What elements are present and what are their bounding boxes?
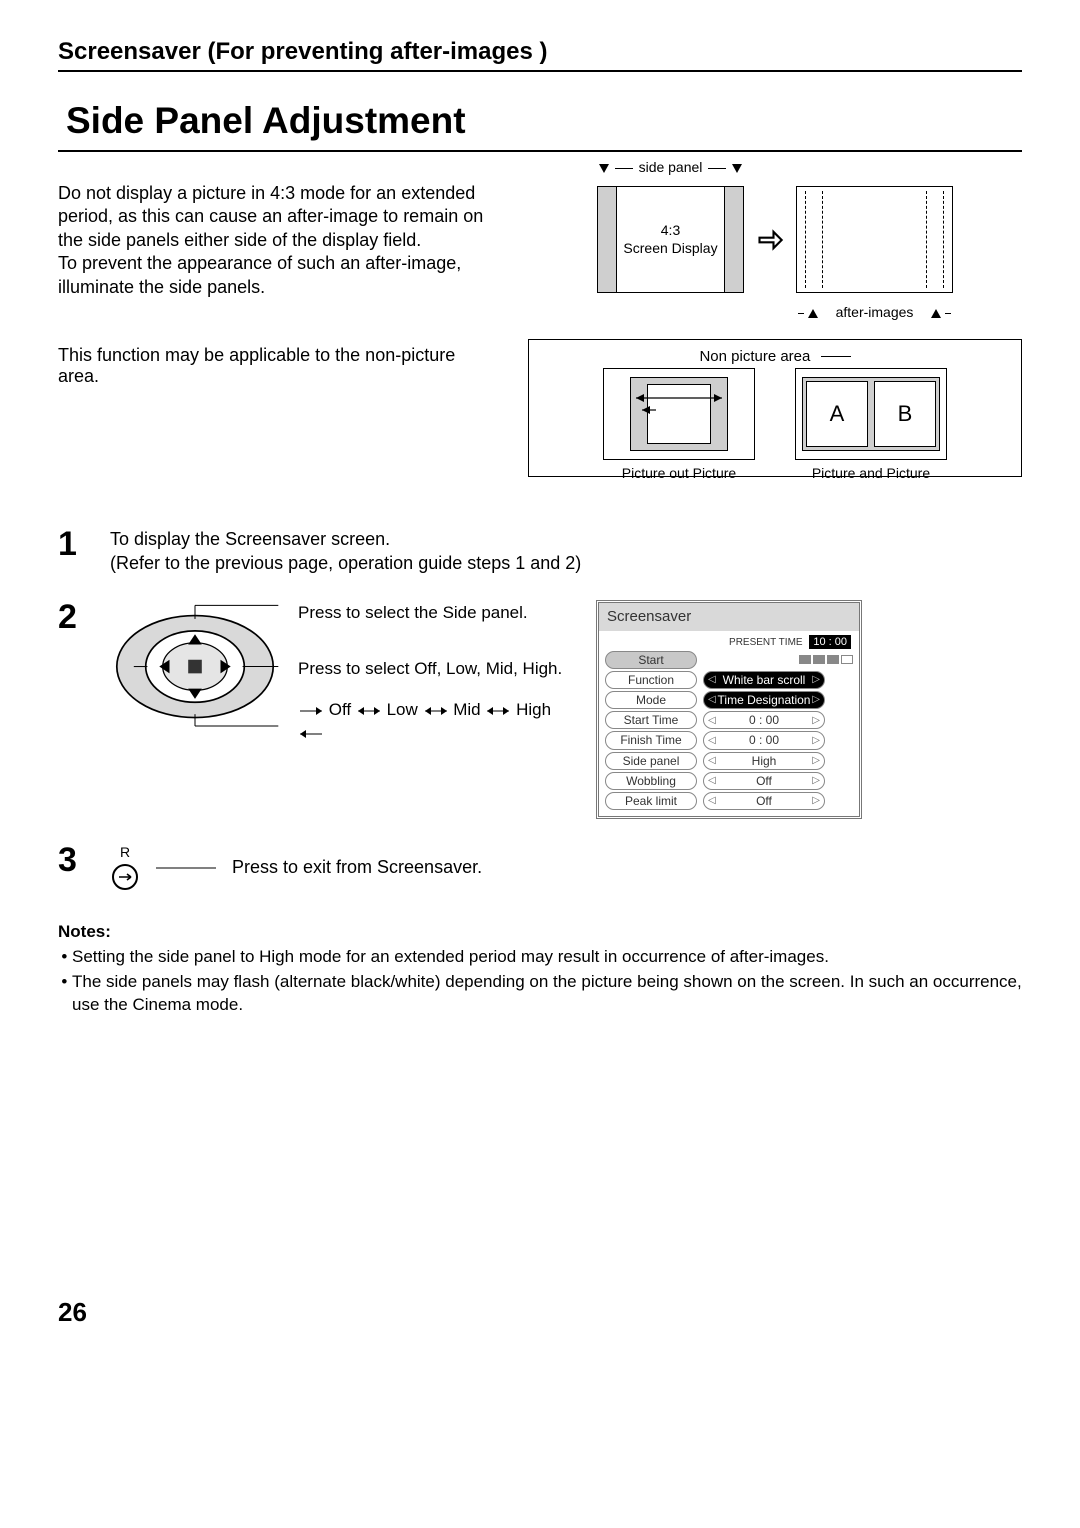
arrow-down-icon [732,164,742,173]
intro-text: Do not display a picture in 4:3 mode for… [58,182,498,299]
osd-value: Off [756,773,772,789]
osd-value: Time Designation [718,692,811,708]
applicable-text: This function may be applicable to the n… [58,339,498,477]
label-a: A [806,381,868,447]
pop-caption: Picture out Picture [604,465,754,481]
present-time-value: 10 : 00 [809,635,851,649]
osd-title: Screensaver [599,603,859,631]
osd-value: 0 : 00 [749,712,779,728]
osd-start: Start [605,651,697,669]
side-panel-diagram: side panel 4:3 Screen Display [528,182,1022,299]
step2-line1: Press to select the Side panel. [298,602,578,625]
bars-icon [799,655,853,664]
opt-mid: Mid [453,700,480,719]
non-picture-diagram: Non picture area Picture out Picture A B… [528,339,1022,477]
page-number: 26 [58,1297,1022,1328]
note-item: Setting the side panel to High mode for … [72,946,1022,969]
opt-high: High [516,700,551,719]
remote-navpad-icon [110,600,280,734]
section-heading: Screensaver (For preventing after-images… [58,38,1022,72]
after-images-label: after-images [836,304,914,320]
step-number: 2 [58,600,92,820]
step-number: 1 [58,527,92,576]
side-panel-label: side panel [639,159,703,175]
non-picture-label: Non picture area [699,348,810,365]
return-button-icon: R [110,843,140,892]
osd-value: Off [756,793,772,809]
osd-label: Start Time [605,711,697,729]
step1-line1: To display the Screensaver screen. [110,527,1022,551]
notes-heading: Notes: [58,922,1022,942]
opt-low: Low [387,700,418,719]
arrow-right-icon [756,226,784,259]
intro-p2: To prevent the appearance of such an aft… [58,252,498,299]
osd-label: Peak limit [605,792,697,810]
osd-label: Finish Time [605,731,697,749]
step2-line2: Press to select Off, Low, Mid, High. [298,658,578,681]
osd-label: Function [605,671,697,689]
cycle-options: Off Low Mid High [298,699,578,745]
page-title: Side Panel Adjustment [58,94,1022,152]
note-item: The side panels may flash (alternate bla… [72,971,1022,1017]
osd-label: Wobbling [605,772,697,790]
present-time-label: PRESENT TIME [729,637,803,648]
arrow-up-icon [808,309,818,318]
label-b: B [874,381,936,447]
r-label: R [120,844,130,860]
osd-label: Side panel [605,752,697,770]
osd-value: High [752,753,777,769]
arrow-down-icon [599,164,609,173]
osd-value: White bar scroll [723,672,806,688]
notes-section: Notes: Setting the side panel to High mo… [58,922,1022,1017]
pap-caption: Picture and Picture [796,465,946,481]
step1-line2: (Refer to the previous page, operation g… [110,551,1022,575]
intro-p1: Do not display a picture in 4:3 mode for… [58,182,498,252]
opt-off: Off [329,700,351,719]
callout-line [156,867,216,869]
osd-label: Mode [605,691,697,709]
step-number: 3 [58,843,92,892]
arrow-up-icon [931,309,941,318]
osd-value: 0 : 00 [749,732,779,748]
ratio-label: 4:3 [661,222,680,240]
screen-display-label: Screen Display [623,240,717,258]
step3-text: Press to exit from Screensaver. [232,855,482,879]
osd-menu: Screensaver PRESENT TIME 10 : 00 Start F… [596,600,862,820]
